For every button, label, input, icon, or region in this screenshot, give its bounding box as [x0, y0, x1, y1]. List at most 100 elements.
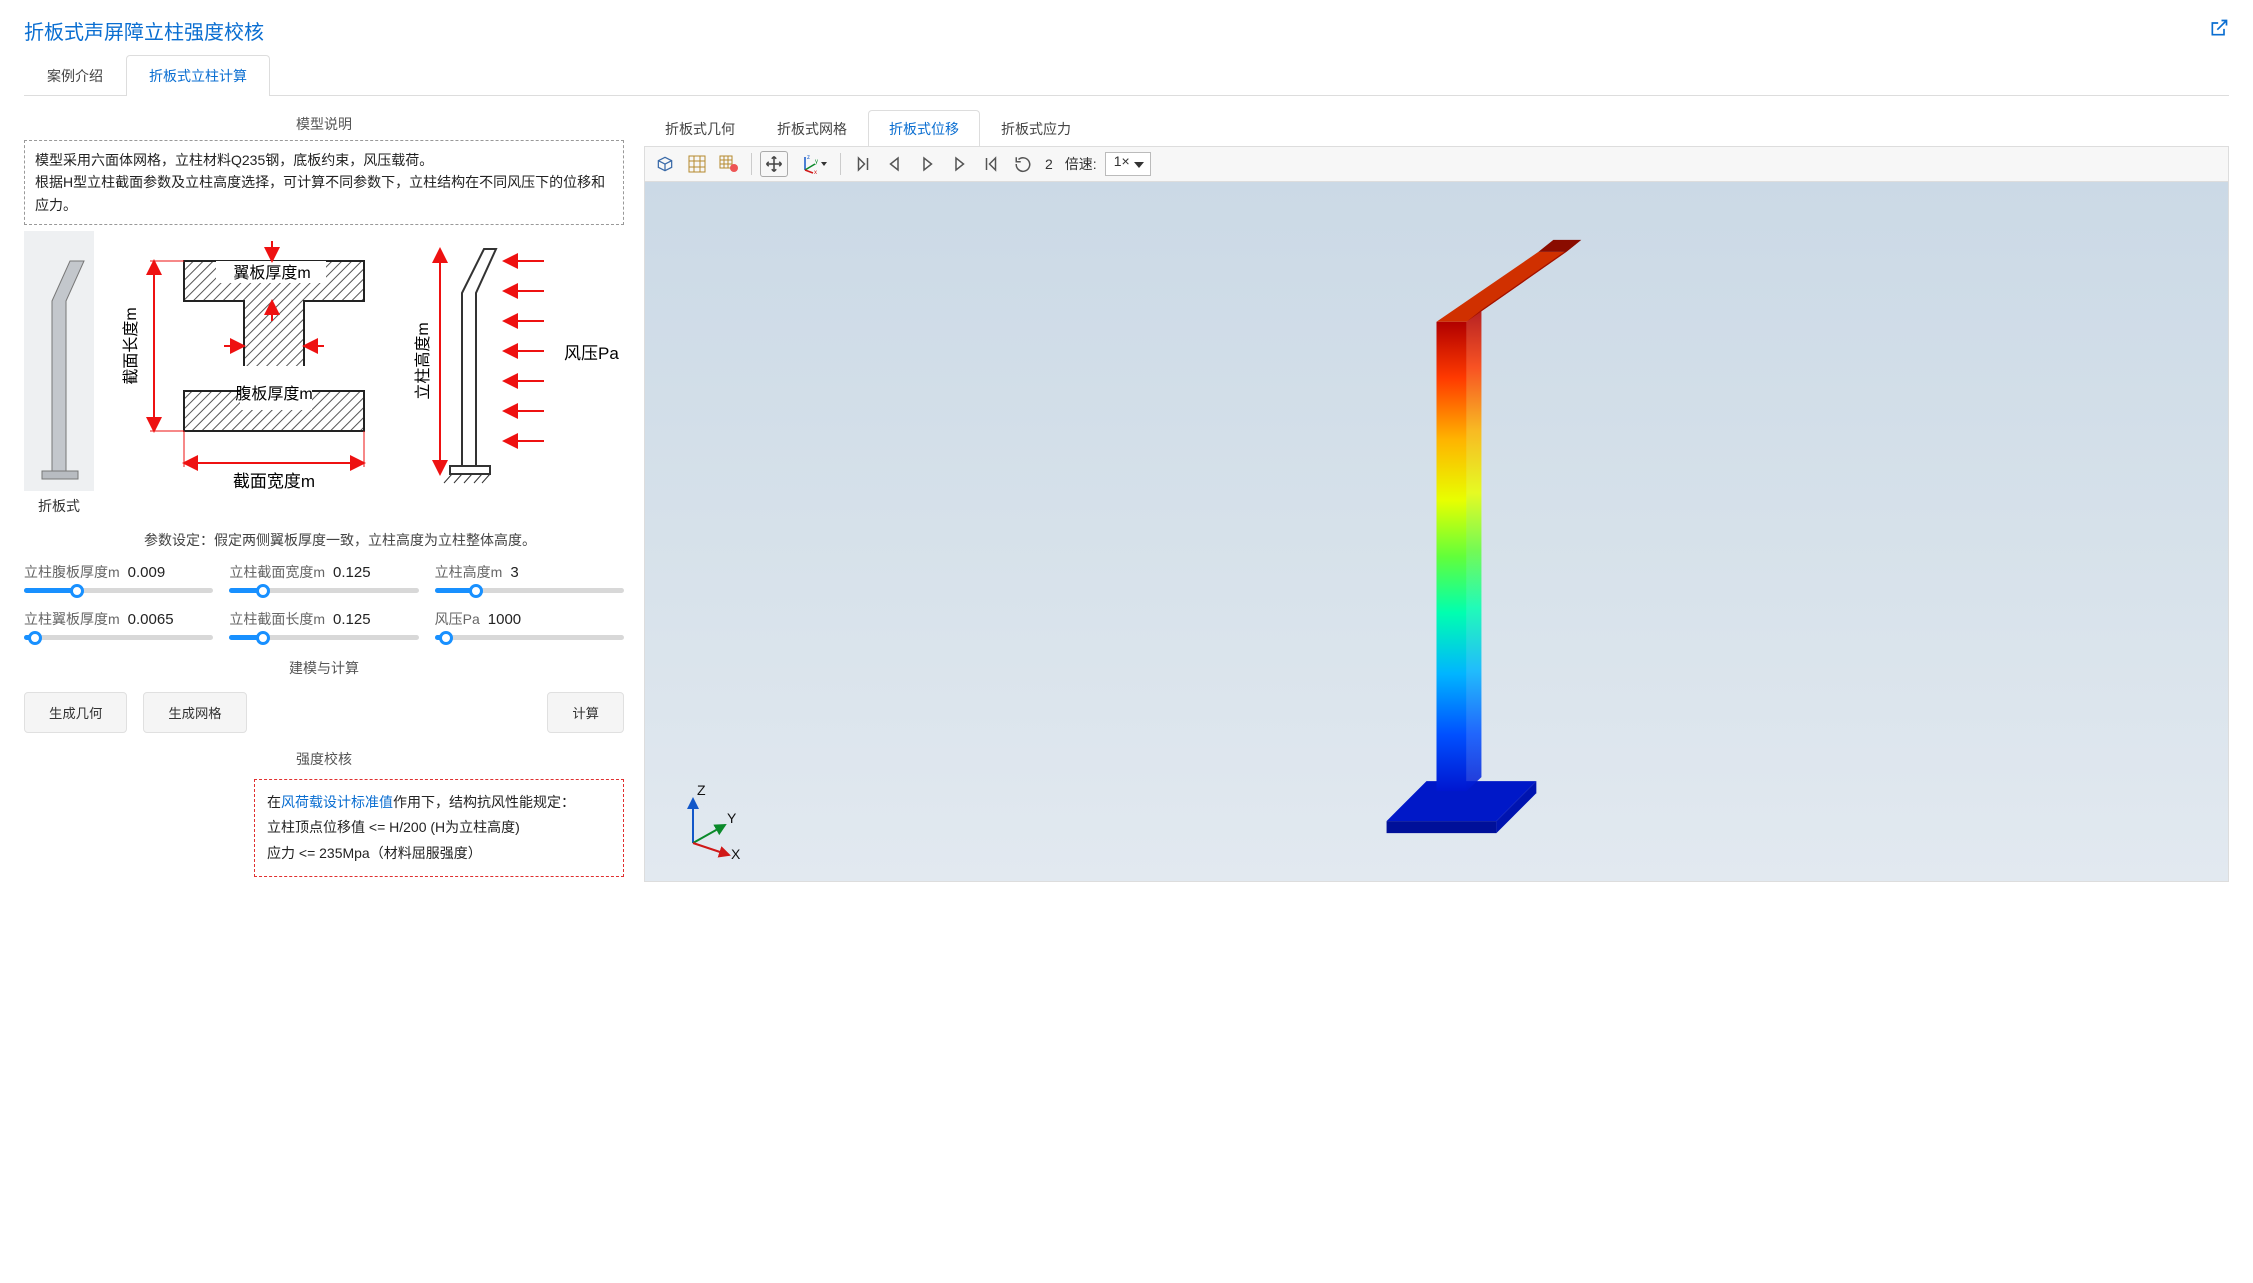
- slider-flange_thk: 立柱翼板厚度m 0.0065: [24, 609, 213, 640]
- grid-options-button[interactable]: [715, 151, 743, 177]
- model-desc-box: 模型采用六面体网格，立柱材料Q235钢，底板约束，风压载荷。 根据H型立柱截面参…: [24, 140, 624, 225]
- grid-options-icon: [719, 155, 739, 173]
- page-title: 折板式声屏障立柱强度校核: [24, 16, 264, 45]
- viewer-tab-geom[interactable]: 折板式几何: [644, 110, 756, 147]
- gen-geom-button[interactable]: 生成几何: [24, 692, 127, 733]
- speed-select[interactable]: 1×: [1105, 152, 1151, 176]
- slider-track-web_thk[interactable]: [24, 588, 213, 593]
- check-pre: 在: [267, 794, 281, 810]
- main-tabs: 案例介绍 折板式立柱计算: [24, 55, 2229, 96]
- play-button[interactable]: [913, 151, 941, 177]
- slider-thumb-web_thk[interactable]: [70, 584, 84, 598]
- viewer-tab-disp[interactable]: 折板式位移: [868, 110, 980, 147]
- pan-button[interactable]: [760, 151, 788, 177]
- axes-dropdown-icon: z y x: [797, 154, 827, 174]
- axes-dropdown[interactable]: z y x: [792, 151, 832, 177]
- speed-label: 倍速:: [1061, 154, 1101, 174]
- grid-icon: [688, 155, 706, 173]
- cube-view-button[interactable]: [651, 151, 679, 177]
- svg-text:X: X: [731, 846, 741, 861]
- sliders-grid: 立柱腹板厚度m 0.009 立柱截面宽度m 0.125 立柱高度m 3 立柱翼板厚度m 0.0…: [24, 562, 624, 640]
- go-next-button[interactable]: [945, 151, 973, 177]
- svg-text:截面宽度m: 截面宽度m: [233, 472, 315, 491]
- slider-value-sec_len: 0.125: [333, 611, 371, 628]
- slider-height: 立柱高度m 3: [435, 562, 624, 593]
- open-external-icon: [2209, 18, 2229, 38]
- check-line3: 应力 <= 235Mpa（材料屈服强度）: [267, 841, 611, 866]
- slider-value-flange_thk: 0.0065: [128, 611, 174, 628]
- slider-value-web_thk: 0.009: [128, 564, 166, 581]
- model-desc-line2: 根据H型立柱截面参数及立柱高度选择，可计算不同参数下，立柱结构在不同风压下的位移…: [35, 171, 613, 216]
- model-desc-line1: 模型采用六面体网格，立柱材料Q235钢，底板约束，风压载荷。: [35, 149, 613, 171]
- model-desc-heading: 模型说明: [24, 114, 624, 134]
- slider-label-height: 立柱高度m: [435, 562, 503, 582]
- svg-text:腹板厚度m: 腹板厚度m: [235, 385, 312, 403]
- open-external-button[interactable]: [2209, 18, 2229, 44]
- strength-check-box: 在风荷载设计标准值作用下，结构抗风性能规定： 立柱顶点位移值 <= H/200 …: [254, 779, 624, 877]
- go-next-icon: [950, 155, 968, 173]
- viewer-tab-stress[interactable]: 折板式应力: [980, 110, 1092, 147]
- slider-track-sec_width[interactable]: [229, 588, 418, 593]
- compute-button[interactable]: 计算: [547, 692, 624, 733]
- svg-text:y: y: [815, 159, 818, 165]
- tab-fold-calc[interactable]: 折板式立柱计算: [126, 55, 270, 96]
- loop-button[interactable]: [1009, 151, 1037, 177]
- slider-sec_len: 立柱截面长度m 0.125: [229, 609, 418, 640]
- go-prev-icon: [886, 155, 904, 173]
- cube-icon: [655, 154, 675, 174]
- move-icon: [765, 155, 783, 173]
- frame-number: 2: [1041, 156, 1057, 172]
- slider-value-sec_width: 0.125: [333, 564, 371, 581]
- go-last-button[interactable]: [977, 151, 1005, 177]
- slider-thumb-flange_thk[interactable]: [28, 631, 42, 645]
- viewer-canvas[interactable]: Z Y X: [644, 182, 2229, 882]
- svg-text:立柱高度m: 立柱高度m: [414, 323, 432, 400]
- result-3d-view: [645, 182, 2228, 881]
- slider-thumb-sec_len[interactable]: [256, 631, 270, 645]
- fold-mini-label: 折板式: [24, 496, 94, 516]
- slider-label-wind_p: 风压Pa: [435, 609, 480, 629]
- wind-standard-link[interactable]: 风荷载设计标准值: [281, 794, 393, 810]
- slider-track-wind_p[interactable]: [435, 635, 624, 640]
- slider-value-height: 3: [510, 564, 518, 581]
- slider-label-flange_thk: 立柱翼板厚度m: [24, 609, 120, 629]
- slider-label-sec_width: 立柱截面宽度m: [229, 562, 325, 582]
- speed-value: 1×: [1114, 153, 1130, 169]
- slider-thumb-wind_p[interactable]: [439, 631, 453, 645]
- build-heading: 建模与计算: [24, 658, 624, 678]
- slider-thumb-sec_width[interactable]: [256, 584, 270, 598]
- svg-text:Z: Z: [697, 782, 706, 798]
- h-section-diagram: 翼板厚度m 腹板厚度m 截面长度m: [104, 231, 404, 501]
- go-last-icon: [982, 155, 1000, 173]
- svg-text:x: x: [814, 170, 817, 174]
- go-prev-button[interactable]: [881, 151, 909, 177]
- go-first-button[interactable]: [849, 151, 877, 177]
- slider-track-flange_thk[interactable]: [24, 635, 213, 640]
- param-note: 参数设定：假定两侧翼板厚度一致，立柱高度为立柱整体高度。: [24, 530, 624, 550]
- gen-mesh-button[interactable]: 生成网格: [143, 692, 246, 733]
- slider-value-wind_p: 1000: [488, 611, 521, 628]
- svg-text:翼板厚度m: 翼板厚度m: [233, 264, 310, 282]
- svg-text:Y: Y: [727, 810, 737, 826]
- viewer-tab-mesh[interactable]: 折板式网格: [756, 110, 868, 147]
- axis-triad: Z Y X: [673, 781, 753, 861]
- slider-track-sec_len[interactable]: [229, 635, 418, 640]
- slider-web_thk: 立柱腹板厚度m 0.009: [24, 562, 213, 593]
- viewer-toolbar: z y x: [644, 147, 2229, 182]
- tab-case-intro[interactable]: 案例介绍: [24, 55, 126, 96]
- grid-button[interactable]: [683, 151, 711, 177]
- check-line2: 立柱顶点位移值 <= H/200 (H为立柱高度): [267, 815, 611, 840]
- loop-icon: [1013, 155, 1033, 173]
- fold-mini-diagram: [24, 231, 94, 491]
- check-post: 作用下，结构抗风性能规定：: [393, 794, 575, 810]
- play-icon: [918, 155, 936, 173]
- go-first-icon: [854, 155, 872, 173]
- slider-sec_width: 立柱截面宽度m 0.125: [229, 562, 418, 593]
- slider-label-web_thk: 立柱腹板厚度m: [24, 562, 120, 582]
- slider-track-height[interactable]: [435, 588, 624, 593]
- svg-text:z: z: [807, 155, 810, 161]
- slider-thumb-height[interactable]: [469, 584, 483, 598]
- pillar-load-diagram: 立柱高度m 风压Pa: [414, 231, 624, 501]
- slider-label-sec_len: 立柱截面长度m: [229, 609, 325, 629]
- viewer-tabs: 折板式几何 折板式网格 折板式位移 折板式应力: [644, 110, 2229, 147]
